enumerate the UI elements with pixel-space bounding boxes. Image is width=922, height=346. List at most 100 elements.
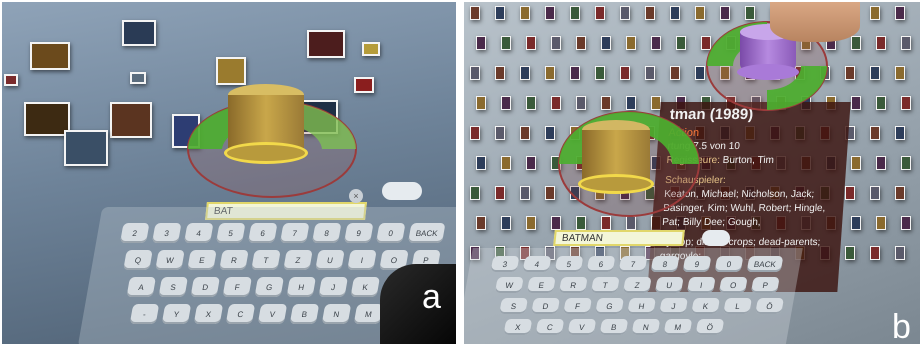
movie-poster[interactable]: [901, 96, 911, 110]
movie-poster[interactable]: [595, 66, 605, 80]
key-m[interactable]: M: [663, 319, 693, 335]
movie-poster[interactable]: [130, 72, 146, 84]
movie-poster[interactable]: [526, 36, 536, 50]
tangible-puck-gold[interactable]: [578, 120, 654, 196]
movie-poster[interactable]: [870, 126, 880, 140]
movie-poster[interactable]: [122, 20, 156, 46]
key-7[interactable]: 7: [618, 256, 648, 272]
key-z[interactable]: Z: [622, 277, 652, 293]
key-ö[interactable]: Ö: [755, 298, 784, 314]
key-m[interactable]: M: [353, 304, 384, 324]
movie-poster[interactable]: [501, 96, 511, 110]
movie-poster[interactable]: [501, 156, 511, 170]
movie-poster[interactable]: [620, 66, 630, 80]
key-ö[interactable]: Ö: [695, 319, 725, 335]
key-x[interactable]: X: [193, 304, 224, 324]
movie-poster[interactable]: [216, 57, 246, 85]
key-x[interactable]: X: [503, 319, 533, 335]
key-9[interactable]: 9: [343, 223, 374, 243]
movie-poster[interactable]: [645, 66, 655, 80]
key-z[interactable]: Z: [283, 250, 313, 270]
movie-poster[interactable]: [4, 74, 18, 86]
movie-poster[interactable]: [845, 246, 855, 260]
key-g[interactable]: G: [595, 298, 624, 314]
movie-poster[interactable]: [870, 246, 880, 260]
key-n[interactable]: N: [321, 304, 352, 324]
movie-poster[interactable]: [651, 36, 661, 50]
key-s[interactable]: S: [158, 277, 188, 297]
movie-poster[interactable]: [520, 66, 530, 80]
movie-poster[interactable]: [895, 186, 905, 200]
movie-poster[interactable]: [545, 66, 555, 80]
movie-poster[interactable]: [901, 36, 911, 50]
key-j[interactable]: J: [318, 277, 348, 297]
movie-poster[interactable]: [520, 186, 530, 200]
movie-poster[interactable]: [476, 36, 486, 50]
movie-poster[interactable]: [470, 66, 480, 80]
movie-poster[interactable]: [895, 6, 905, 20]
key-y[interactable]: Y: [161, 304, 192, 324]
search-input[interactable]: BATMAN: [553, 230, 685, 246]
key-c[interactable]: C: [535, 319, 565, 335]
key-v[interactable]: V: [257, 304, 288, 324]
movie-poster[interactable]: [901, 216, 911, 230]
key-i[interactable]: I: [686, 277, 716, 293]
key-6[interactable]: 6: [586, 256, 616, 272]
key-9[interactable]: 9: [682, 256, 712, 272]
key-e[interactable]: E: [526, 277, 556, 293]
movie-poster[interactable]: [851, 36, 861, 50]
key-i[interactable]: I: [347, 250, 377, 270]
movie-poster[interactable]: [620, 6, 630, 20]
movie-poster[interactable]: [845, 66, 855, 80]
movie-poster[interactable]: [601, 36, 611, 50]
key-0[interactable]: 0: [375, 223, 406, 243]
key-dash[interactable]: -: [129, 304, 160, 324]
tangible-puck-gold[interactable]: [224, 84, 308, 166]
movie-poster[interactable]: [64, 130, 108, 166]
movie-poster[interactable]: [526, 216, 536, 230]
movie-poster[interactable]: [362, 42, 380, 56]
key-s[interactable]: S: [499, 298, 528, 314]
key-q[interactable]: Q: [123, 250, 153, 270]
movie-poster[interactable]: [495, 66, 505, 80]
movie-poster[interactable]: [645, 6, 655, 20]
movie-poster[interactable]: [526, 156, 536, 170]
movie-poster[interactable]: [626, 36, 636, 50]
movie-poster[interactable]: [470, 6, 480, 20]
key-e[interactable]: E: [187, 250, 217, 270]
movie-poster[interactable]: [851, 156, 861, 170]
key-t[interactable]: T: [590, 277, 620, 293]
movie-poster[interactable]: [895, 126, 905, 140]
keyboard-toggle-icon[interactable]: [702, 230, 730, 246]
movie-poster[interactable]: [576, 36, 586, 50]
clear-search-icon[interactable]: ×: [349, 189, 363, 203]
movie-poster[interactable]: [110, 102, 152, 138]
key-0[interactable]: 0: [714, 256, 744, 272]
key-k[interactable]: K: [350, 277, 380, 297]
key-f[interactable]: F: [222, 277, 252, 297]
key-4[interactable]: 4: [183, 223, 214, 243]
movie-poster[interactable]: [520, 6, 530, 20]
movie-poster[interactable]: [476, 216, 486, 230]
movie-poster[interactable]: [851, 216, 861, 230]
movie-poster[interactable]: [895, 246, 905, 260]
movie-poster[interactable]: [30, 42, 70, 70]
key-b[interactable]: B: [289, 304, 320, 324]
key-u[interactable]: U: [654, 277, 684, 293]
key-o[interactable]: O: [718, 277, 748, 293]
movie-poster[interactable]: [495, 186, 505, 200]
movie-poster[interactable]: [520, 126, 530, 140]
movie-poster[interactable]: [901, 156, 911, 170]
movie-poster[interactable]: [845, 186, 855, 200]
movie-poster[interactable]: [870, 186, 880, 200]
key-l[interactable]: L: [723, 298, 752, 314]
key-g[interactable]: G: [254, 277, 284, 297]
key-p[interactable]: P: [750, 277, 780, 293]
movie-poster[interactable]: [876, 216, 886, 230]
movie-poster[interactable]: [551, 36, 561, 50]
key-n[interactable]: N: [631, 319, 661, 335]
movie-poster[interactable]: [895, 66, 905, 80]
key-w[interactable]: W: [155, 250, 185, 270]
movie-poster[interactable]: [870, 66, 880, 80]
key-back[interactable]: BACK: [407, 223, 446, 243]
